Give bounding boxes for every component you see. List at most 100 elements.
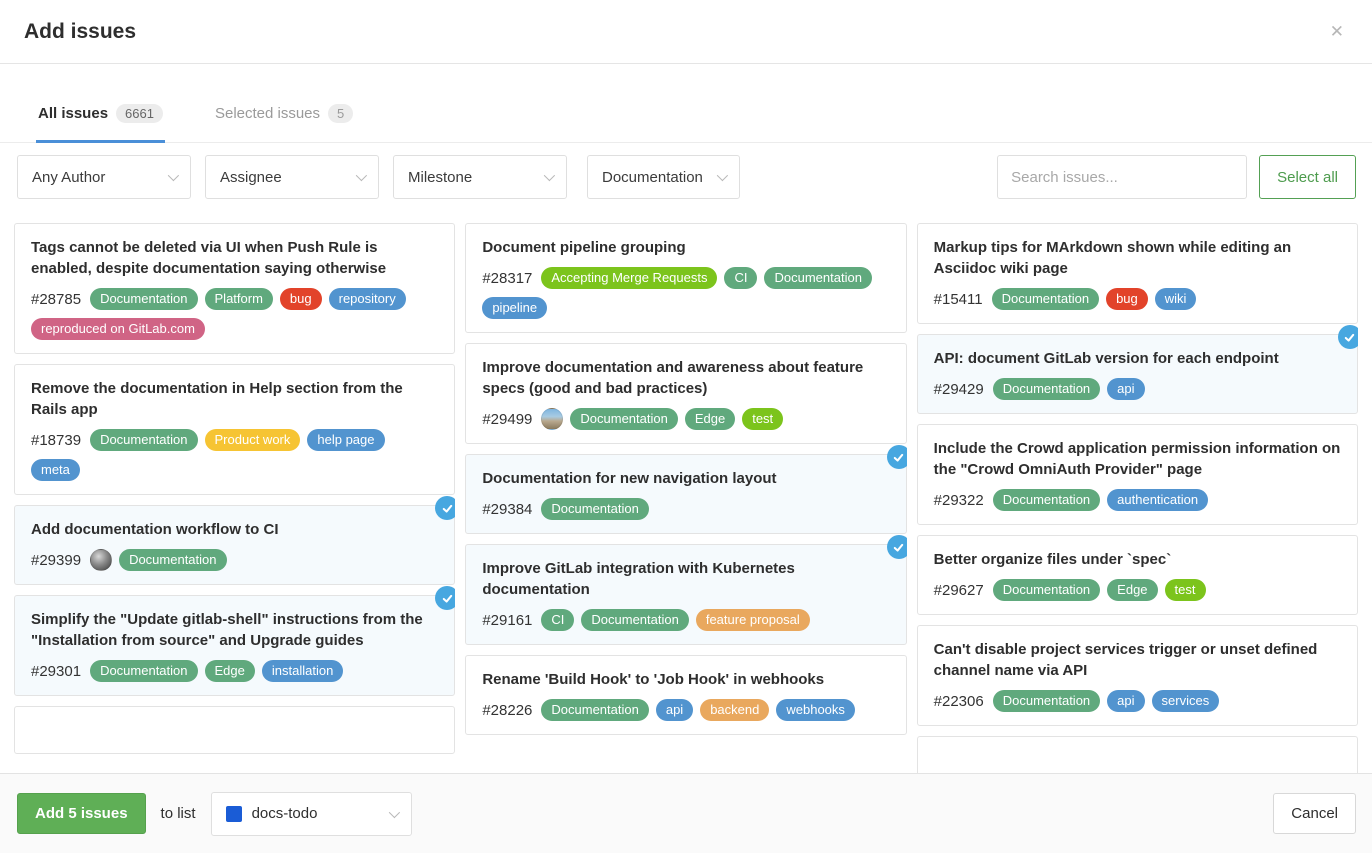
issue-label: CI <box>541 609 574 631</box>
issue-title: Tags cannot be deleted via UI when Push … <box>31 237 438 279</box>
issue-label: Documentation <box>119 549 226 571</box>
chevron-down-icon <box>356 170 367 181</box>
tab-all-issues[interactable]: All issues 6661 <box>36 104 165 143</box>
issue-card[interactable]: Rename 'Build Hook' to 'Job Hook' in web… <box>465 655 906 735</box>
close-icon: ✕ <box>1330 22 1344 41</box>
issue-title: Simplify the "Update gitlab-shell" instr… <box>31 609 438 651</box>
issue-card[interactable]: Remove the documentation in Help section… <box>14 364 455 495</box>
issue-meta-row: #22306Documentationapiservices <box>934 690 1341 712</box>
issue-card[interactable]: Improve GitLab integration with Kubernet… <box>465 544 906 645</box>
issue-card[interactable]: Better organize files under `spec`#29627… <box>917 535 1358 615</box>
tab-selected-issues[interactable]: Selected issues 5 <box>213 104 355 143</box>
issue-label: api <box>1107 690 1144 712</box>
issue-meta-row: #29301DocumentationEdgeinstallation <box>31 660 438 682</box>
issue-meta-row: #28785DocumentationPlatformbugrepository… <box>31 288 438 340</box>
list-name: docs-todo <box>252 805 318 822</box>
label-filter-dropdown[interactable]: Documentation <box>587 155 740 199</box>
issue-card[interactable] <box>14 706 455 754</box>
issue-label: Documentation <box>992 288 1099 310</box>
issue-label: Documentation <box>541 498 648 520</box>
issue-card[interactable]: Add documentation workflow to CI#29399Do… <box>14 505 455 585</box>
chevron-down-icon <box>717 170 728 181</box>
issue-card[interactable]: Can't disable project services trigger o… <box>917 625 1358 726</box>
issue-title: API: document GitLab version for each en… <box>934 348 1341 369</box>
issue-label: Documentation <box>570 408 677 430</box>
issue-title: Include the Crowd application permission… <box>934 438 1341 480</box>
issue-label: feature proposal <box>696 609 810 631</box>
issue-id: #29627 <box>934 582 984 599</box>
issue-label: backend <box>700 699 769 721</box>
add-issues-button[interactable]: Add 5 issues <box>17 793 146 834</box>
issue-card[interactable]: Improve documentation and awareness abou… <box>465 343 906 444</box>
issue-meta-row: #29384 Documentation <box>482 498 889 520</box>
selected-check-icon <box>435 586 455 610</box>
issue-id: #18739 <box>31 432 81 449</box>
issue-label: reproduced on GitLab.com <box>31 318 205 340</box>
issue-card[interactable]: Markup tips for MArkdown shown while edi… <box>917 223 1358 324</box>
issue-id: #15411 <box>934 291 983 308</box>
page-title: Add issues <box>24 20 136 44</box>
issue-id: #28226 <box>482 702 532 719</box>
issue-id: #29161 <box>482 612 532 629</box>
author-filter-dropdown[interactable]: Any Author <box>17 155 191 199</box>
issue-id: #28785 <box>31 291 81 308</box>
issue-card[interactable]: Documentation for new navigation layout #… <box>465 454 906 534</box>
issue-card[interactable]: Document pipeline grouping#28317Acceptin… <box>465 223 906 333</box>
assignee-filter-value: Assignee <box>220 169 282 186</box>
issue-card[interactable]: Include the Crowd application permission… <box>917 424 1358 525</box>
avatar <box>541 408 563 430</box>
selected-check-icon <box>435 496 455 520</box>
issue-meta-row: #29499DocumentationEdgetest <box>482 408 889 430</box>
issue-label: Documentation <box>993 378 1100 400</box>
list-dropdown[interactable]: docs-todo <box>211 792 412 836</box>
issue-label: Edge <box>1107 579 1157 601</box>
issue-title: Remove the documentation in Help section… <box>31 378 438 420</box>
modal-footer: Add 5 issues to list docs-todo Cancel <box>0 773 1372 853</box>
issue-label: api <box>1107 378 1144 400</box>
issue-label: Edge <box>685 408 735 430</box>
issues-column-3: Markup tips for MArkdown shown while edi… <box>917 223 1358 773</box>
issue-meta-row: #29627DocumentationEdgetest <box>934 579 1341 601</box>
issue-title: Markup tips for MArkdown shown while edi… <box>934 237 1341 279</box>
issue-label: meta <box>31 459 80 481</box>
filters-row: Any Author Assignee Milestone Documentat… <box>0 143 1372 211</box>
issue-id: #29399 <box>31 552 81 569</box>
milestone-filter-value: Milestone <box>408 169 472 186</box>
chevron-down-icon <box>388 806 399 817</box>
issue-label: help page <box>307 429 384 451</box>
author-filter-value: Any Author <box>32 169 105 186</box>
issue-card[interactable]: Tags cannot be deleted via UI when Push … <box>14 223 455 354</box>
issue-label: Platform <box>205 288 273 310</box>
issue-label: api <box>656 699 693 721</box>
issue-label: CI <box>724 267 757 289</box>
cancel-button[interactable]: Cancel <box>1273 793 1356 834</box>
issue-label: Accepting Merge Requests <box>541 267 717 289</box>
issue-label: webhooks <box>776 699 855 721</box>
selected-check-icon <box>887 535 907 559</box>
selected-check-icon <box>1338 325 1358 349</box>
issue-id: #22306 <box>934 693 984 710</box>
label-filter-value: Documentation <box>602 169 703 186</box>
issue-id: #29384 <box>482 501 532 518</box>
issue-label: pipeline <box>482 297 547 319</box>
chevron-down-icon <box>168 170 179 181</box>
issue-card[interactable]: API: document GitLab version for each en… <box>917 334 1358 414</box>
search-input[interactable] <box>997 155 1247 199</box>
issue-title: Can't disable project services trigger o… <box>934 639 1341 681</box>
issue-label: Documentation <box>90 288 197 310</box>
issues-column-1: Tags cannot be deleted via UI when Push … <box>14 223 455 773</box>
assignee-filter-dropdown[interactable]: Assignee <box>205 155 379 199</box>
modal-header: Add issues ✕ <box>0 0 1372 64</box>
issue-id: #29499 <box>482 411 532 428</box>
avatar <box>90 549 112 571</box>
milestone-filter-dropdown[interactable]: Milestone <box>393 155 567 199</box>
issue-title: Improve documentation and awareness abou… <box>482 357 889 399</box>
close-button[interactable]: ✕ <box>1326 19 1348 44</box>
issues-board: Tags cannot be deleted via UI when Push … <box>0 223 1372 773</box>
issue-card[interactable]: Simplify the "Update gitlab-shell" instr… <box>14 595 455 696</box>
issue-title: Documentation for new navigation layout <box>482 468 889 489</box>
issue-card[interactable] <box>917 736 1358 773</box>
issue-meta-row: #18739DocumentationProduct workhelp page… <box>31 429 438 481</box>
select-all-button[interactable]: Select all <box>1259 155 1356 199</box>
issue-title: Document pipeline grouping <box>482 237 889 258</box>
